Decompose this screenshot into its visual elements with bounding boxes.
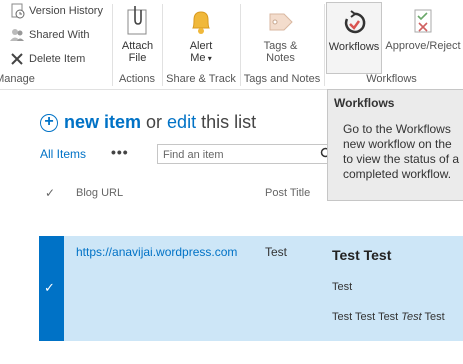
row-checkmark-icon: ✓ bbox=[44, 280, 55, 295]
approve-reject-icon bbox=[414, 9, 432, 33]
paperclip-icon bbox=[127, 6, 146, 35]
shared-with-icon bbox=[10, 29, 24, 41]
select-all-checkmark-icon[interactable]: ✓ bbox=[45, 186, 55, 200]
tags-notes-label-1: Tags & bbox=[263, 40, 298, 52]
new-item-link[interactable]: new item bbox=[64, 112, 141, 133]
tooltip-line: to view the status of a bbox=[343, 152, 460, 166]
add-icon[interactable]: + bbox=[40, 113, 58, 132]
tooltip-title: Workflows bbox=[334, 96, 395, 110]
version-history-button[interactable]: Version History bbox=[9, 1, 103, 21]
group-label-workflows: Workflows bbox=[366, 73, 417, 85]
group-label-manage: Manage bbox=[0, 73, 35, 85]
shared-with-label: Shared With bbox=[29, 29, 90, 41]
post-body-line: Test bbox=[332, 281, 353, 293]
delete-icon bbox=[11, 53, 23, 65]
workflows-icon bbox=[344, 10, 366, 34]
attach-file-label-2: File bbox=[128, 52, 147, 64]
attach-file-button[interactable]: Attach File bbox=[115, 2, 160, 72]
post-body-text: Test bbox=[421, 311, 445, 323]
workflows-label: Workflows bbox=[328, 41, 380, 53]
delete-item-label: Delete Item bbox=[29, 53, 86, 65]
alert-me-button[interactable]: Alert Me ▾ bbox=[176, 2, 226, 72]
group-label-share-track: Share & Track bbox=[166, 73, 236, 85]
more-options-icon[interactable]: ••• bbox=[111, 144, 129, 160]
version-history-label: Version History bbox=[29, 5, 103, 17]
group-label-tags-notes: Tags and Notes bbox=[243, 73, 321, 85]
table-row[interactable]: ✓ https://anavijai.wordpress.com Test Te… bbox=[39, 236, 463, 341]
delete-item-button[interactable]: Delete Item bbox=[9, 49, 85, 69]
tags-notes-button[interactable]: Tags & Notes bbox=[253, 2, 308, 72]
alert-me-label-2: Me bbox=[190, 52, 206, 64]
post-title-cell: Test bbox=[265, 245, 288, 259]
approve-reject-label: Approve/Reject bbox=[385, 40, 461, 52]
tooltip-line: Go to the Workflows bbox=[343, 122, 451, 136]
ribbon: Version History Shared With Delete Item … bbox=[0, 0, 463, 90]
or-text: or bbox=[146, 112, 163, 132]
group-label-actions: Actions bbox=[118, 73, 156, 85]
tooltip-line: new workflow on the bbox=[343, 137, 452, 151]
post-body-text: Test Test Test bbox=[332, 311, 402, 323]
shared-with-button[interactable]: Shared With bbox=[9, 25, 90, 45]
post-body-line: Test Test Test Test Test bbox=[332, 311, 445, 323]
search-box bbox=[157, 144, 337, 164]
post-body-italic-text: Test bbox=[401, 311, 422, 323]
bell-icon bbox=[192, 11, 210, 34]
attach-file-label-1: Attach bbox=[121, 40, 154, 52]
tags-notes-label-2: Notes bbox=[266, 52, 295, 64]
view-all-items[interactable]: All Items bbox=[40, 147, 86, 161]
alert-me-label-1: Alert bbox=[189, 40, 213, 52]
dropdown-caret-icon: ▾ bbox=[205, 54, 212, 63]
edit-link[interactable]: edit bbox=[167, 112, 196, 133]
search-input[interactable] bbox=[158, 146, 313, 164]
column-header-post-title[interactable]: Post Title bbox=[265, 187, 310, 199]
tag-icon bbox=[269, 13, 293, 31]
workflows-button[interactable]: Workflows bbox=[326, 2, 382, 74]
tooltip-line: completed workflow. bbox=[343, 167, 452, 181]
version-history-icon bbox=[11, 3, 25, 19]
workflows-tooltip: Workflows Go to the Workflows new workfl… bbox=[327, 89, 463, 201]
column-header-blog-url[interactable]: Blog URL bbox=[76, 187, 123, 199]
blog-url-link[interactable]: https://anavijai.wordpress.com bbox=[76, 245, 237, 259]
approve-reject-button[interactable]: Approve/Reject bbox=[384, 2, 462, 72]
post-body-heading: Test Test bbox=[332, 247, 392, 263]
this-list-text: this list bbox=[201, 112, 257, 132]
new-item-bar: + new item or edit this list bbox=[40, 112, 256, 133]
